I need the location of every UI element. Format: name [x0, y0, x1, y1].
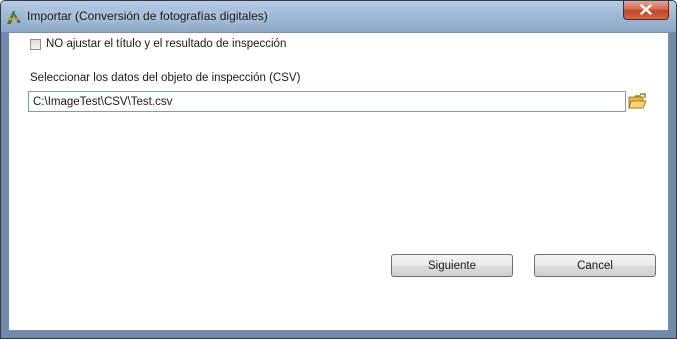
dialog-window: Importar (Conversión de fotografías digi… — [0, 0, 677, 339]
browse-folder-button[interactable] — [628, 93, 647, 111]
window-title: Importar (Conversión de fotografías digi… — [27, 9, 268, 23]
title-bar[interactable]: Importar (Conversión de fotografías digi… — [1, 1, 676, 32]
csv-path-input[interactable] — [28, 91, 626, 112]
csv-section-label: Seleccionar los datos del objeto de insp… — [30, 72, 301, 84]
close-x-icon — [640, 4, 652, 15]
folder-open-icon — [628, 93, 647, 109]
cancel-button[interactable]: Cancel — [534, 254, 656, 277]
caliper-icon — [5, 8, 23, 26]
no-adjust-option[interactable]: NO ajustar el título y el resultado de i… — [30, 38, 286, 50]
next-button[interactable]: Siguiente — [391, 254, 513, 277]
no-adjust-checkbox[interactable] — [30, 38, 41, 50]
no-adjust-label: NO ajustar el título y el resultado de i… — [46, 38, 287, 50]
close-button[interactable] — [623, 1, 669, 20]
